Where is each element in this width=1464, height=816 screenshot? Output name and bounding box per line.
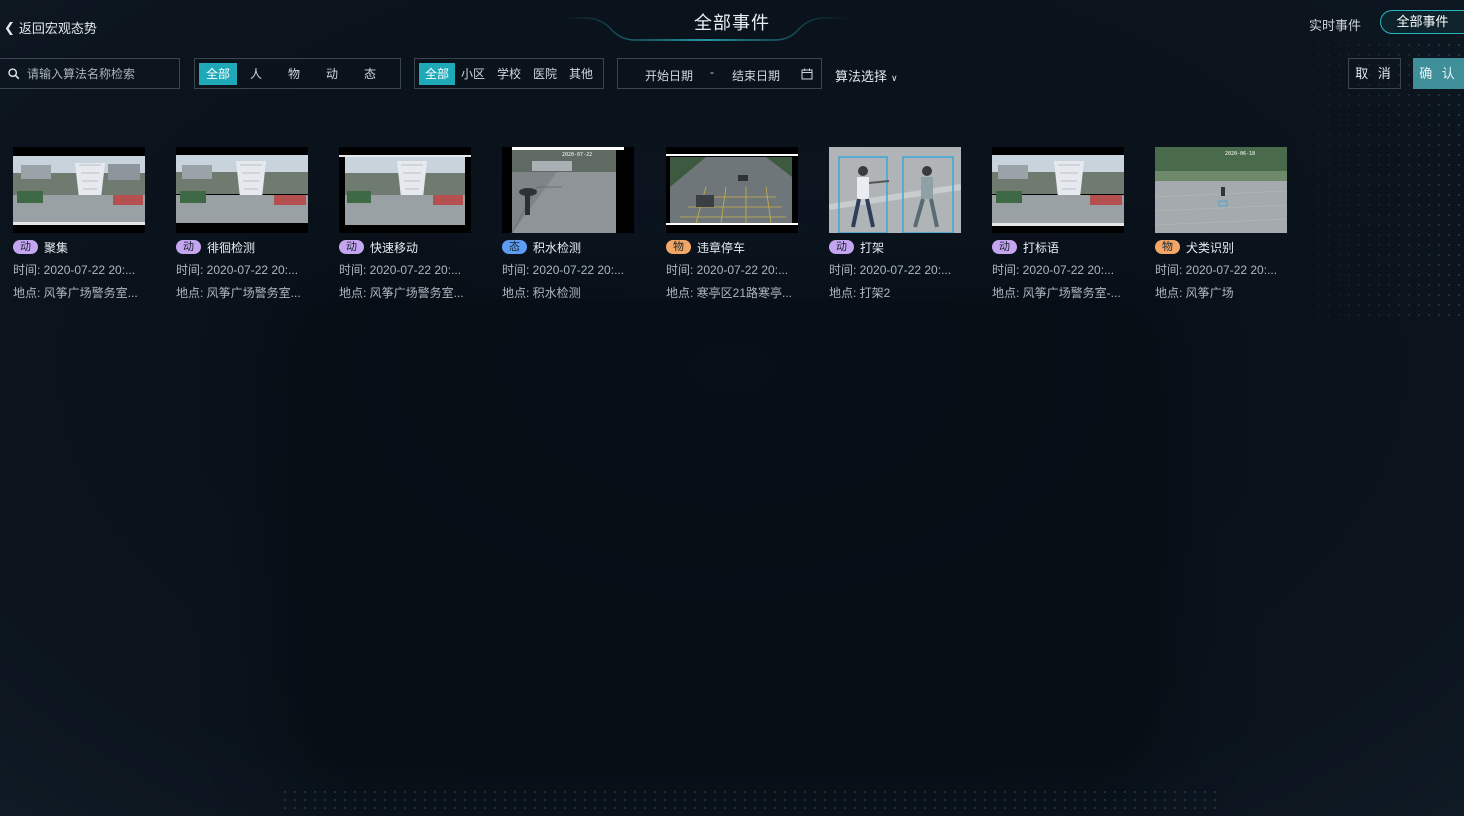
event-thumbnail <box>992 147 1124 233</box>
decorative-dot-strip <box>280 788 1220 810</box>
event-location: 地点: 风筝广场警务室... <box>339 286 464 300</box>
event-thumbnail <box>829 147 961 233</box>
event-card[interactable]: 动 徘徊检测 时间: 2020-07-22 20:... 地点: 风筝广场警务室… <box>176 147 311 301</box>
event-type-badge: 动 <box>13 240 38 254</box>
cancel-button[interactable]: 取 消 <box>1348 58 1401 89</box>
event-name: 聚集 <box>44 240 69 255</box>
event-location: 地点: 打架2 <box>829 286 891 300</box>
event-location: 地点: 风筝广场警务室... <box>13 286 138 300</box>
event-card[interactable]: 物 违章停车 时间: 2020-07-22 20:... 地点: 寒亭区21路寒… <box>666 147 801 301</box>
event-name: 快速移动 <box>370 240 419 255</box>
event-thumbnail <box>176 147 308 233</box>
start-date-input[interactable]: 开始日期 <box>645 67 693 84</box>
place-option-all[interactable]: 全部 <box>419 62 455 85</box>
event-name: 积水检测 <box>533 240 582 255</box>
event-location: 地点: 积水检测 <box>502 286 581 300</box>
type-option-all[interactable]: 全部 <box>199 62 237 85</box>
date-range-picker[interactable]: 开始日期 - 结束日期 <box>617 58 822 89</box>
svg-text:2020-07-22: 2020-07-22 <box>562 152 592 158</box>
event-time: 时间: 2020-07-22 20:... <box>992 263 1115 277</box>
event-thumbnail: 2020-07-22 <box>502 147 634 233</box>
event-location: 地点: 风筝广场警务室... <box>176 286 301 300</box>
place-filter-group: 全部 小区 学校 医院 其他 <box>414 58 604 89</box>
place-option-hospital[interactable]: 医院 <box>527 63 563 85</box>
event-time: 时间: 2020-07-22 20:... <box>176 263 299 277</box>
event-type-badge: 动 <box>176 240 201 254</box>
title-frame <box>560 17 850 41</box>
event-time: 时间: 2020-07-22 20:... <box>13 263 136 277</box>
event-thumbnail: 2020-06-18 <box>1155 147 1287 233</box>
chevron-down-icon: ∨ <box>891 73 898 83</box>
tab-realtime-events[interactable]: 实时事件 <box>1309 15 1361 34</box>
svg-text:2020-06-18: 2020-06-18 <box>1225 151 1255 157</box>
event-thumbnail <box>13 147 145 233</box>
algorithm-select-label: 算法选择 <box>835 69 888 84</box>
chevron-left-icon: ❮ <box>4 19 15 35</box>
event-card[interactable]: 2020-06-18 物 犬类识别 时间: 2020-07-22 20:... … <box>1155 147 1290 301</box>
type-option-motion[interactable]: 动 <box>313 63 351 85</box>
event-name: 打标语 <box>1023 240 1060 255</box>
event-name: 违章停车 <box>697 240 746 255</box>
end-date-input[interactable]: 结束日期 <box>732 67 780 84</box>
event-card[interactable]: 动 快速移动 时间: 2020-07-22 20:... 地点: 风筝广场警务室… <box>339 147 474 301</box>
search-field[interactable] <box>0 58 180 89</box>
event-location: 地点: 风筝广场警务室-... <box>992 286 1121 300</box>
event-card[interactable]: 动 聚集 时间: 2020-07-22 20:... 地点: 风筝广场警务室..… <box>13 147 148 301</box>
event-type-badge: 态 <box>502 240 527 254</box>
event-time: 时间: 2020-07-22 20:... <box>339 263 462 277</box>
place-option-community[interactable]: 小区 <box>455 63 491 85</box>
background-panel <box>300 300 1150 770</box>
event-type-badge: 动 <box>992 240 1017 254</box>
algorithm-select[interactable]: 算法选择 ∨ <box>835 66 898 85</box>
calendar-icon <box>801 68 813 80</box>
event-card[interactable]: 2020-07-22 态 积水检测 时间: 2020-07-22 20:... … <box>502 147 637 301</box>
event-name: 徘徊检测 <box>207 240 256 255</box>
event-name: 犬类识别 <box>1186 240 1235 255</box>
back-label: 返回宏观态势 <box>18 21 97 36</box>
place-option-other[interactable]: 其他 <box>563 63 599 85</box>
event-name: 打架 <box>860 240 885 255</box>
type-option-object[interactable]: 物 <box>275 63 313 85</box>
type-option-state[interactable]: 态 <box>351 63 389 85</box>
event-card[interactable]: 动 打标语 时间: 2020-07-22 20:... 地点: 风筝广场警务室-… <box>992 147 1127 301</box>
event-type-badge: 物 <box>666 240 691 254</box>
event-time: 时间: 2020-07-22 20:... <box>666 263 789 277</box>
confirm-button[interactable]: 确 认 <box>1413 58 1464 89</box>
type-filter-group: 全部 人 物 动 态 <box>194 58 401 89</box>
event-time: 时间: 2020-07-22 20:... <box>829 263 952 277</box>
event-type-badge: 动 <box>829 240 854 254</box>
type-option-person[interactable]: 人 <box>237 63 275 85</box>
place-option-school[interactable]: 学校 <box>491 63 527 85</box>
search-input[interactable] <box>25 65 179 82</box>
search-icon <box>8 67 20 79</box>
event-time: 时间: 2020-07-22 20:... <box>1155 263 1278 277</box>
event-type-badge: 物 <box>1155 240 1180 254</box>
event-thumbnail <box>666 147 798 233</box>
date-separator: - <box>710 65 714 79</box>
event-location: 地点: 风筝广场 <box>1155 286 1234 300</box>
tab-all-events[interactable]: 全部事件 <box>1380 10 1464 34</box>
back-button[interactable]: ❮ 返回宏观态势 <box>4 18 97 37</box>
event-location: 地点: 寒亭区21路寒亭... <box>666 286 793 300</box>
event-thumbnail <box>339 147 471 233</box>
event-card[interactable]: 动 打架 时间: 2020-07-22 20:... 地点: 打架2 <box>829 147 964 301</box>
event-type-badge: 动 <box>339 240 364 254</box>
event-time: 时间: 2020-07-22 20:... <box>502 263 625 277</box>
